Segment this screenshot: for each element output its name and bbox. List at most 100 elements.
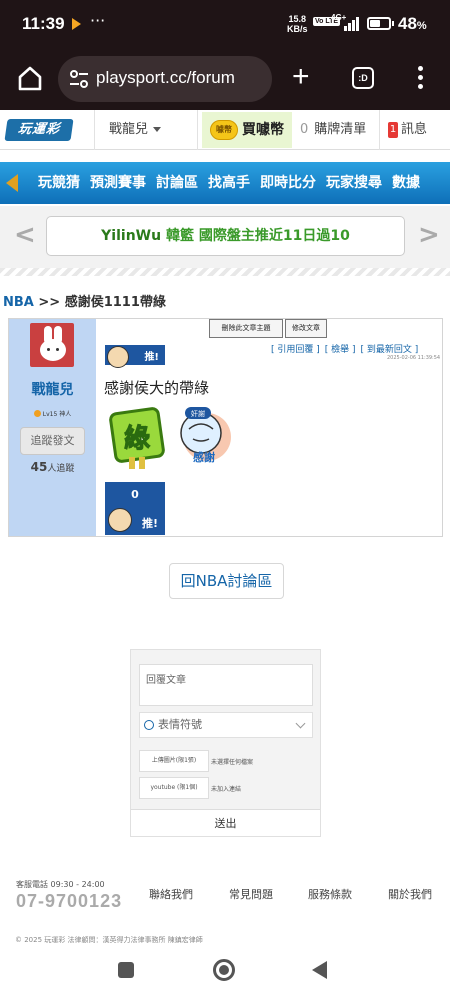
status-bar: 11:39 ··· 15.8 KB/s Vo LTE 4G+ 48% <box>0 0 450 50</box>
post-content: 感謝侯大的帶綠 <box>104 379 210 397</box>
upload-status: 未選擇任何檔案 <box>211 759 254 766</box>
footer-link-about[interactable]: 關於我們 <box>388 886 432 902</box>
nav-item-livescore[interactable]: 即時比分 <box>260 162 316 204</box>
battery-icon <box>367 17 391 30</box>
site-logo[interactable]: 玩運彩 <box>4 119 74 141</box>
home-button-icon[interactable] <box>213 959 235 981</box>
carousel-pager <box>219 258 237 273</box>
copyright: © 2025 玩運彩 法律顧問：漢英得力法律事務所 陳鎮宏律師 <box>15 936 203 944</box>
post-actions: [ 引用回覆 ] [ 檢舉 ] [ 到最新回文 ] <box>271 342 423 355</box>
breadcrumb: NBA >> 感謝侯1111帶綠 <box>3 291 166 310</box>
nav-item-predict[interactable]: 預測賽事 <box>90 162 146 204</box>
back-to-forum-button[interactable]: 回NBA討論區 <box>169 563 284 599</box>
footer-link-faq[interactable]: 常見問題 <box>229 886 273 902</box>
footer-link-contact[interactable]: 聯絡我們 <box>149 886 193 902</box>
author-level: Lv15 神人 <box>9 409 96 418</box>
nav-item-guess[interactable]: 玩競猜 <box>38 162 80 204</box>
post-timestamp: 2025-02-06 11:39:54 <box>387 355 441 361</box>
new-tab-icon[interactable]: + <box>292 62 310 92</box>
chevron-left-icon[interactable]: < <box>14 220 36 250</box>
emoji-select[interactable]: 表情符號 <box>139 712 313 738</box>
page-title: 感謝侯1111帶綠 <box>64 295 166 310</box>
announcement-text: 韓籃 國際盤主推近11日過10 <box>165 228 350 244</box>
nav-item-forum[interactable]: 討論區 <box>156 162 198 204</box>
cart-label: 購牌清單 <box>314 122 367 137</box>
messages-label: 訊息 <box>401 122 428 137</box>
coin-icon: 噱幣 <box>210 120 238 140</box>
svg-text:綠: 綠 <box>124 423 150 454</box>
submit-button[interactable]: 送出 <box>131 809 320 836</box>
signal-icon <box>335 15 359 31</box>
messages-link[interactable]: 1 訊息 <box>388 110 450 150</box>
footer-link-terms[interactable]: 服務條款 <box>308 886 352 902</box>
push-count: 0 <box>131 488 139 501</box>
mascot-icon <box>108 508 132 532</box>
username: 戰龍兒 <box>109 122 149 137</box>
chevron-right-icon[interactable]: > <box>418 220 440 250</box>
edit-post-button[interactable]: 修改文章 <box>285 319 327 338</box>
cart-link[interactable]: 0 購牌清單 <box>296 110 380 150</box>
announcement-item[interactable]: YilinWu 韓籃 國際盤主推近11日過10 <box>46 216 405 256</box>
thanks-sticker-icon: 奸謝 感謝 <box>180 407 231 464</box>
browser-toolbar: playsport.cc/forum + :D <box>0 50 450 110</box>
caret-down-icon <box>153 127 162 132</box>
main-nav: 玩競猜 預測賽事 討論區 找高手 即時比分 玩家搜尋 數據 <box>0 162 450 204</box>
site-header: 玩運彩 戰龍兒 噱幣 買噱幣 0 購牌清單 1 訊息 <box>0 110 450 150</box>
nav-item-player-search[interactable]: 玩家搜尋 <box>326 162 382 204</box>
cart-count: 0 <box>300 122 309 137</box>
chevron-down-icon <box>295 718 306 729</box>
author-name[interactable]: 戰龍兒 <box>9 379 96 399</box>
svg-text:奸謝: 奸謝 <box>191 409 205 418</box>
net-speed-unit: KB/s <box>287 24 308 34</box>
post-card: 戰龍兒 Lv15 神人 追蹤發文 45人追蹤 刪除此文章主題 修改文章 推! [… <box>8 318 443 537</box>
play-store-icon <box>72 18 81 30</box>
clock: 11:39 <box>22 14 65 33</box>
breadcrumb-category[interactable]: NBA <box>3 295 34 310</box>
upload-image-button[interactable]: 上傳圖片(限1張) <box>139 750 209 772</box>
emoji-select-label: 表情符號 <box>158 718 202 731</box>
followers-count: 45人追蹤 <box>30 460 75 474</box>
latest-reply-link[interactable]: [ 到最新回文 ] <box>361 345 419 355</box>
browser-menu-icon[interactable] <box>418 66 424 93</box>
service-phone[interactable]: 07-9700123 <box>16 891 122 912</box>
nav-arrow-icon <box>6 174 18 192</box>
buy-coin-label: 買噱幣 <box>242 122 284 138</box>
author-panel: 戰龍兒 Lv15 神人 追蹤發文 45人追蹤 <box>9 319 96 536</box>
net-speed-value: 15.8 <box>288 14 307 24</box>
nav-item-experts[interactable]: 找高手 <box>208 162 250 204</box>
reply-textarea[interactable]: 回覆文章 <box>139 664 313 706</box>
net-speed: 15.8 KB/s <box>287 14 308 34</box>
mascot-icon <box>107 346 129 368</box>
youtube-button[interactable]: youtube (限1個) <box>139 777 209 799</box>
push-badge[interactable]: 推! <box>105 345 165 368</box>
avatar[interactable] <box>30 323 74 367</box>
delete-topic-button[interactable]: 刪除此文章主題 <box>209 319 283 338</box>
address-bar[interactable]: playsport.cc/forum <box>58 56 272 102</box>
recents-icon[interactable] <box>118 962 134 978</box>
report-link[interactable]: [ 檢舉 ] <box>325 345 356 355</box>
user-dropdown[interactable]: 戰龍兒 <box>94 110 198 150</box>
push-button-label: 推! <box>141 517 158 530</box>
push-counter[interactable]: 0 推! <box>105 482 165 535</box>
follow-button[interactable]: 追蹤發文 <box>20 427 85 455</box>
footer: 客服電話 09:30 - 24:00 07-9700123 聯絡我們 常見問題 … <box>0 876 450 926</box>
announcement-user: YilinWu <box>101 228 162 244</box>
buy-coin-button[interactable]: 噱幣 買噱幣 <box>202 112 292 148</box>
message-count-badge: 1 <box>388 122 398 138</box>
nav-item-data[interactable]: 數據 <box>392 162 420 204</box>
quote-reply-link[interactable]: [ 引用回覆 ] <box>271 345 320 355</box>
battery-percent: 48% <box>398 14 427 33</box>
system-nav-bar <box>0 950 450 1000</box>
breadcrumb-separator: >> <box>38 295 61 310</box>
site-settings-icon[interactable] <box>68 68 90 90</box>
url-text: playsport.cc/forum <box>96 68 235 87</box>
push-label: 推! <box>144 352 159 363</box>
tab-switcher-icon[interactable]: :D <box>352 67 374 89</box>
service-hours: 客服電話 09:30 - 24:00 <box>16 880 105 889</box>
green-sticker-icon: 綠 <box>109 407 165 469</box>
level-icon <box>33 410 41 417</box>
back-icon[interactable] <box>312 961 327 979</box>
svg-text:感謝: 感謝 <box>193 450 215 464</box>
more-notifications-icon: ··· <box>90 11 106 30</box>
home-icon[interactable] <box>16 64 44 92</box>
